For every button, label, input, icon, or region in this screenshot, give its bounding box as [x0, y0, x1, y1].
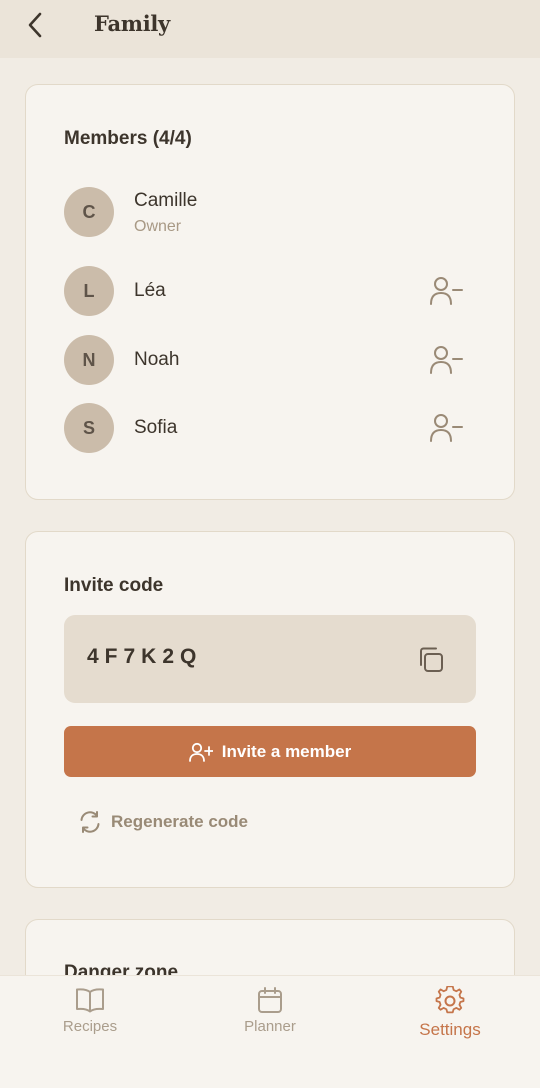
members-title: Members (4/4)	[64, 128, 192, 149]
user-minus-icon	[430, 346, 463, 374]
nav-item-planner[interactable]: Planner	[200, 986, 340, 1046]
user-plus-icon	[188, 742, 213, 762]
members-card: Members (4/4) C Camille Owner L Léa N No…	[25, 84, 515, 500]
avatar: C	[64, 187, 114, 237]
member-row-camille: C Camille Owner	[64, 187, 474, 237]
user-minus-icon	[430, 277, 463, 305]
avatar: L	[64, 266, 114, 316]
remove-member-button[interactable]	[430, 345, 464, 375]
regenerate-code-label: Regenerate code	[111, 812, 248, 831]
nav-label-planner: Planner	[244, 1018, 296, 1035]
invite-title: Invite code	[64, 575, 164, 596]
app-header: Family	[0, 0, 540, 58]
invite-code-box: 4F7K2Q	[64, 615, 476, 703]
bottom-nav: Recipes Planner Settings	[0, 975, 540, 1088]
remove-member-button[interactable]	[430, 276, 464, 306]
regenerate-code-button[interactable]: Regenerate code	[78, 808, 248, 836]
invite-card: Invite code 4F7K2Q Invite a member Regen…	[25, 531, 515, 888]
gear-icon	[435, 986, 465, 1014]
invite-code: 4F7K2Q	[87, 645, 203, 668]
member-name: Noah	[134, 349, 180, 370]
nav-item-settings[interactable]: Settings	[380, 986, 520, 1046]
member-name: Camille	[134, 190, 198, 211]
remove-member-button[interactable]	[430, 413, 464, 443]
member-row-sofia: S Sofia	[64, 403, 474, 453]
user-minus-icon	[430, 414, 463, 442]
member-row-noah: N Noah	[64, 335, 474, 385]
nav-label-recipes: Recipes	[62, 1018, 118, 1035]
book-icon	[76, 988, 104, 1013]
member-role: Owner	[134, 218, 182, 235]
avatar: S	[64, 403, 114, 453]
page-title: Family	[94, 11, 170, 36]
member-name: Léa	[134, 280, 166, 301]
back-button[interactable]	[20, 8, 50, 42]
copy-icon	[420, 647, 443, 672]
copy-code-button[interactable]	[416, 645, 446, 675]
avatar: N	[64, 335, 114, 385]
calendar-icon	[258, 987, 282, 1013]
member-row-lea: L Léa	[64, 266, 474, 316]
invite-member-label: Invite a member	[221, 741, 352, 761]
chevron-left-icon	[28, 12, 42, 38]
nav-label-settings: Settings	[419, 1020, 481, 1039]
member-name: Sofia	[134, 417, 178, 438]
refresh-icon	[80, 811, 100, 833]
nav-item-recipes[interactable]: Recipes	[20, 986, 160, 1046]
invite-member-button[interactable]: Invite a member	[64, 726, 476, 777]
